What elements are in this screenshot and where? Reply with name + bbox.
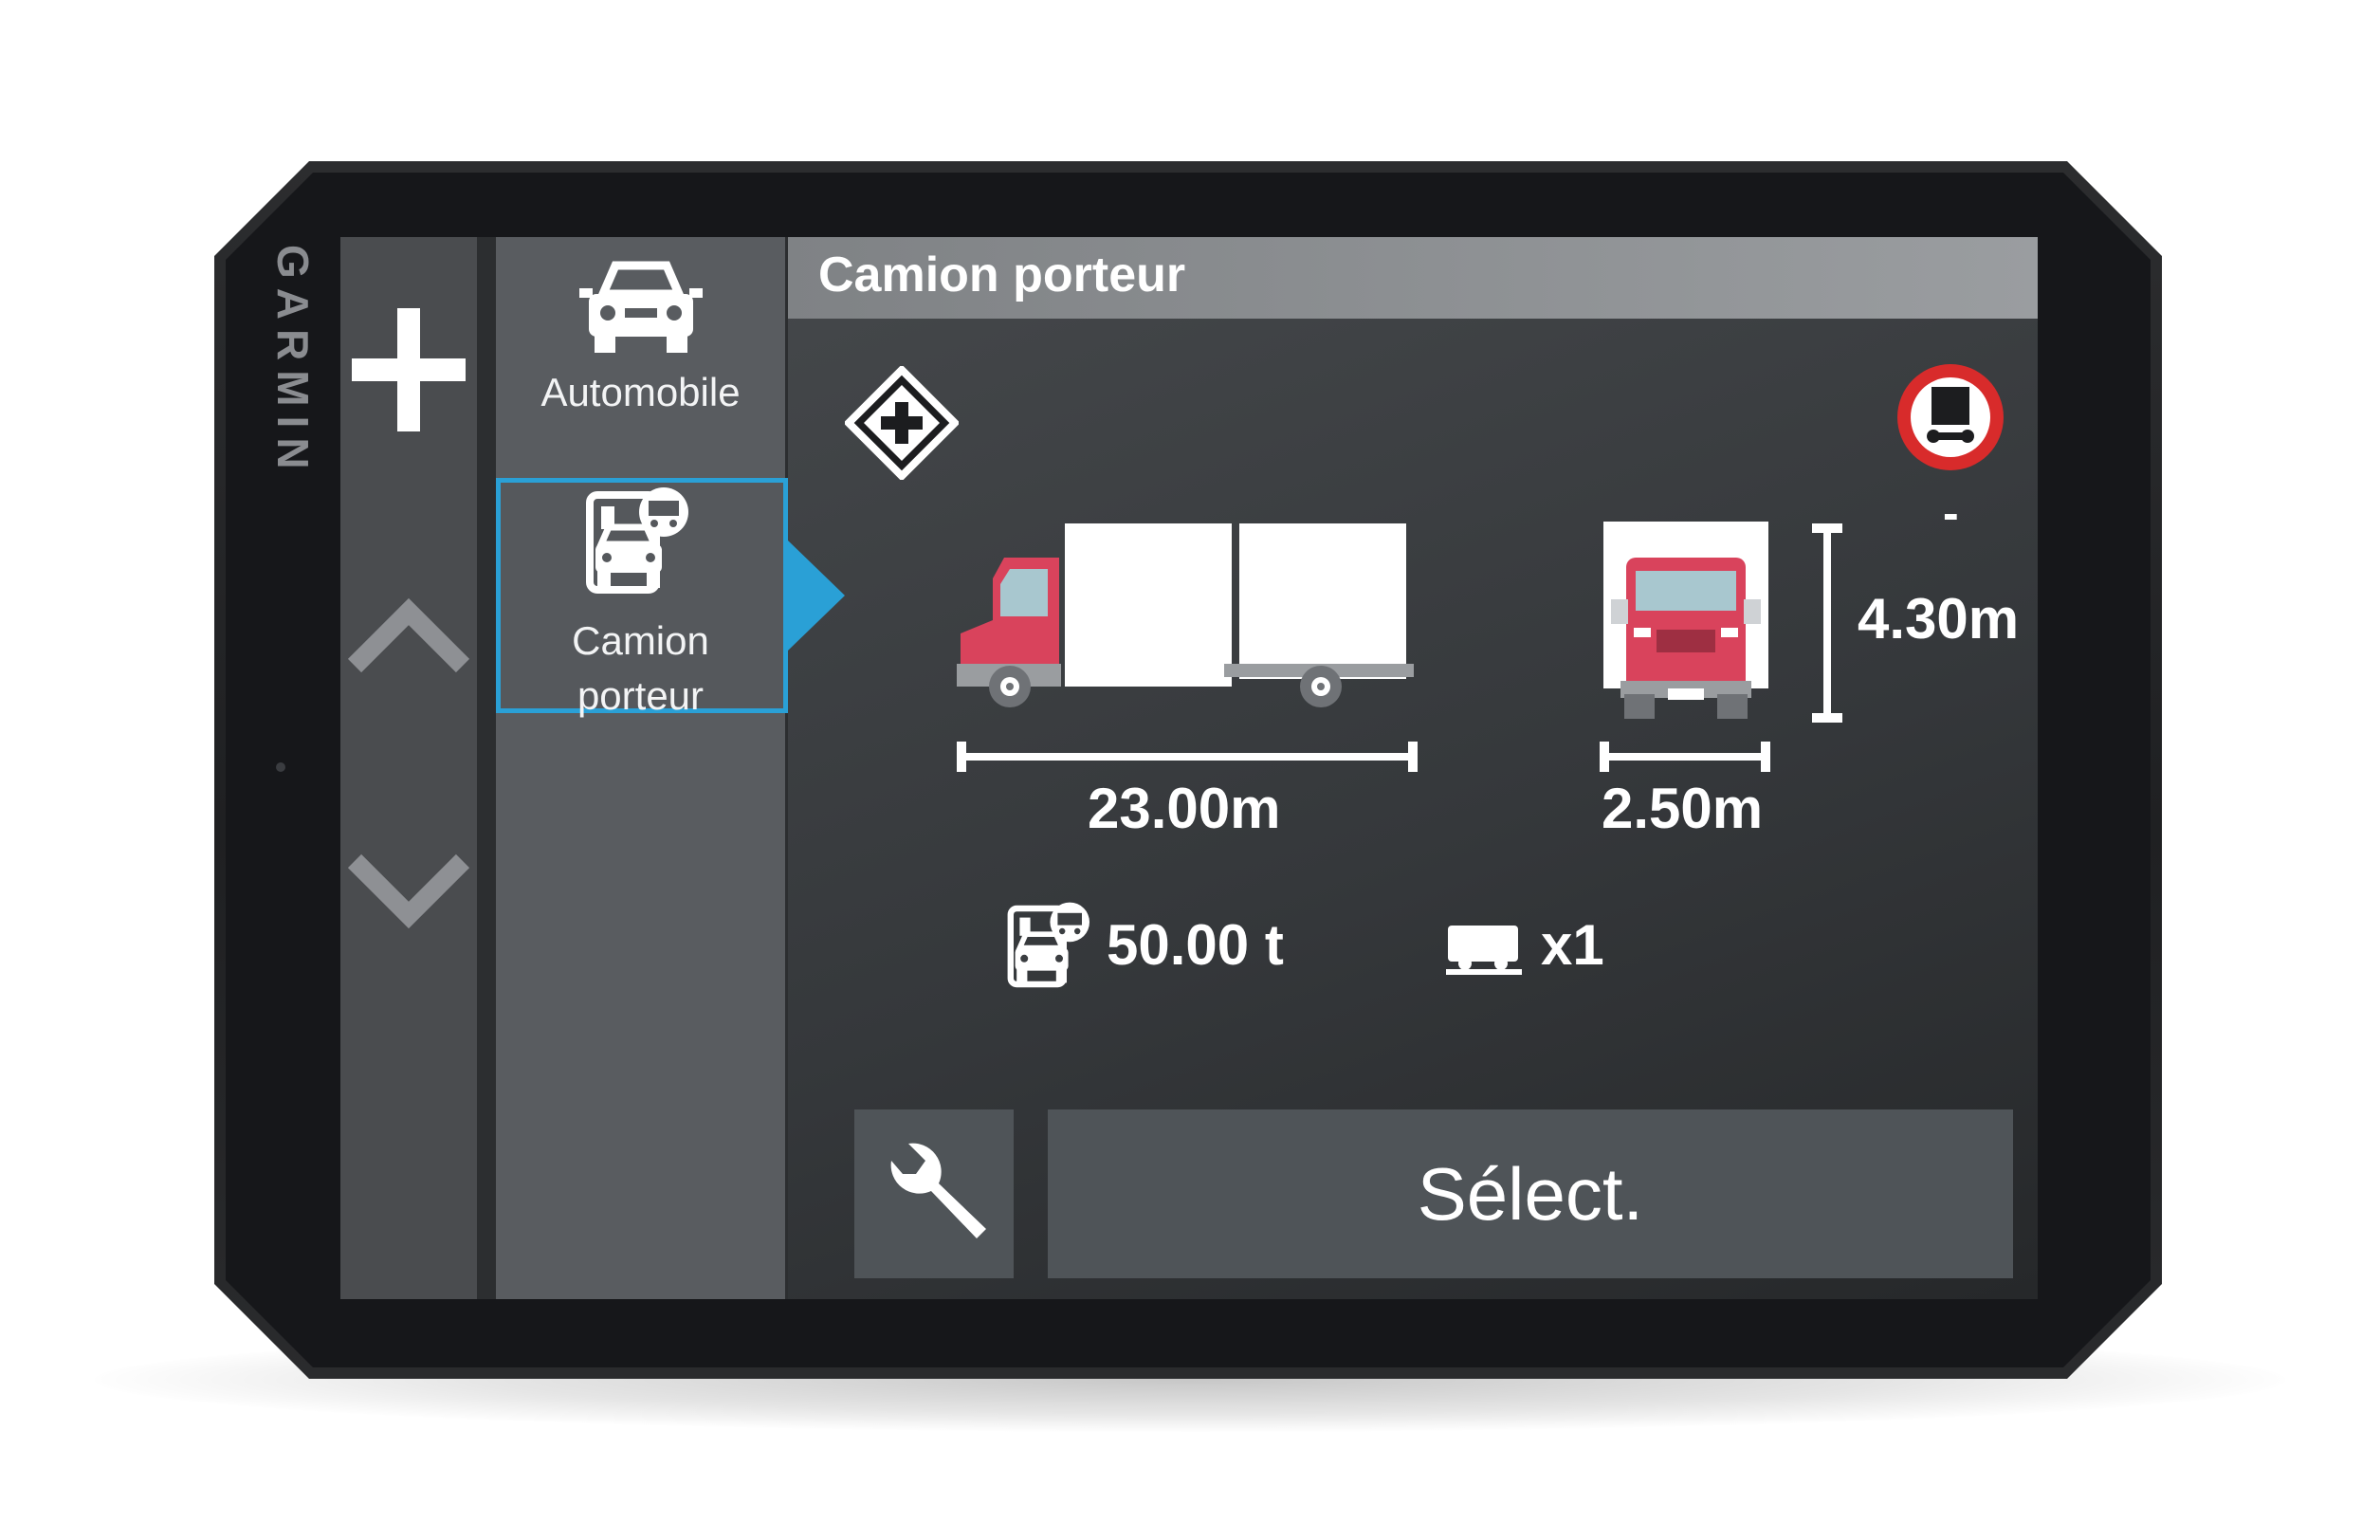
length-value: 23.00m [1088, 777, 1281, 840]
weight-value: 50.00 t [1107, 913, 1284, 977]
vehicle-label-line1: Camion [572, 618, 709, 663]
hazmat-diamond-icon[interactable] [845, 366, 959, 480]
wrench-icon [890, 1143, 986, 1238]
light-sensor [276, 762, 285, 772]
chevron-up-icon [347, 597, 470, 673]
truck-profile-icon [585, 487, 688, 594]
scroll-up-button[interactable] [340, 550, 477, 721]
vehicle-label-line2: porteur [577, 673, 705, 718]
plus-icon [352, 308, 466, 431]
vehicle-item-automobile[interactable]: Automobile [496, 256, 785, 420]
brand-text: GARMIN [268, 245, 318, 479]
length-dimension-line [957, 742, 1418, 772]
width-value: 2.50m [1602, 777, 1764, 840]
selection-pointer [788, 541, 845, 651]
settings-tools-button[interactable] [854, 1109, 1014, 1278]
trailer-count: x1 [1541, 913, 1604, 977]
brand-logo: GARMIN [233, 245, 347, 479]
title-bar: Camion porteur [788, 237, 2038, 319]
select-button[interactable]: Sélect. [1048, 1109, 2013, 1278]
nav-column [340, 237, 477, 1299]
scroll-down-button[interactable] [340, 806, 477, 977]
truck-side-icon [957, 523, 1414, 707]
width-dimension-line [1600, 742, 1770, 772]
screen: Automobile Camion porteur Camion porteur [340, 237, 2038, 1299]
restriction-value: - [1943, 486, 1959, 540]
chevron-down-icon [347, 853, 470, 929]
add-vehicle-button[interactable] [340, 284, 477, 455]
page-title: Camion porteur [818, 248, 1186, 302]
no-trucks-sign-icon[interactable] [1894, 360, 2007, 474]
weight-truck-icon [1007, 902, 1089, 988]
vehicle-item-camion-porteur-content[interactable]: Camion porteur [496, 486, 785, 724]
vehicle-label: Automobile [540, 370, 741, 414]
trailer-icon [1446, 926, 1522, 975]
height-value: 4.30m [1858, 587, 2020, 651]
truck-front-icon [1603, 522, 1768, 719]
height-dimension-line [1812, 523, 1842, 723]
car-icon [578, 261, 703, 353]
